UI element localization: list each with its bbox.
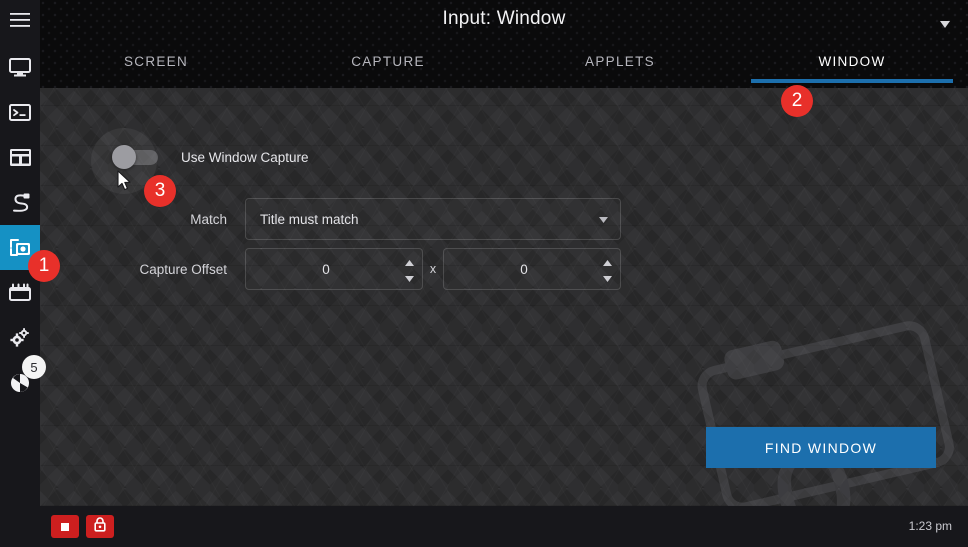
use-window-capture-row: Use Window Capture	[91, 128, 309, 194]
capture-offset-label: Capture Offset	[139, 261, 227, 277]
capture-offset-x-stepper[interactable]: 0	[245, 248, 423, 290]
capture-offset-row: Capture Offset 0 x 0	[80, 248, 621, 290]
grid-icon	[9, 149, 31, 166]
tab-capture[interactable]: CAPTURE	[272, 46, 504, 88]
match-label: Match	[190, 211, 227, 227]
screen-capture-icon	[9, 238, 31, 257]
chevron-down-icon[interactable]	[405, 270, 414, 286]
capture-offset-x-value: 0	[322, 261, 330, 277]
route-icon	[9, 193, 32, 213]
match-select[interactable]: Title must match	[245, 198, 621, 240]
application-window: Input: Window SCREEN CAPTURE APPLETS WIN…	[0, 0, 968, 547]
lock-icon	[94, 516, 106, 537]
sidebar-item-settings[interactable]	[0, 315, 40, 360]
find-window-button[interactable]: FIND WINDOW	[706, 427, 936, 468]
annotation-badge-5: 5	[22, 355, 46, 379]
tab-screen[interactable]: SCREEN	[40, 46, 272, 88]
capture-offset-x-spin-buttons	[405, 249, 414, 289]
window-settings-panel: o Use Window Capture Match Title must ma…	[40, 88, 968, 506]
capture-offset-y-value: 0	[520, 261, 528, 277]
chevron-up-icon[interactable]	[603, 254, 612, 270]
annotation-badge-3: 3	[144, 175, 176, 207]
use-window-capture-label: Use Window Capture	[181, 150, 309, 165]
tab-bar: SCREEN CAPTURE APPLETS WINDOW	[40, 46, 968, 88]
chevron-down-icon[interactable]	[939, 19, 950, 30]
sidebar-item-macros[interactable]	[0, 180, 40, 225]
calendar-icon	[9, 283, 31, 302]
sidebar-item-console[interactable]	[0, 90, 40, 135]
sidebar-item-menu[interactable]	[0, 0, 40, 40]
monitor-icon	[9, 58, 31, 77]
sidebar-item-screen[interactable]	[0, 45, 40, 90]
sidebar-item-layout[interactable]	[0, 135, 40, 180]
tab-window[interactable]: WINDOW	[736, 46, 968, 88]
page-title: Input: Window	[442, 8, 566, 29]
lock-button[interactable]	[86, 515, 114, 538]
hamburger-menu-icon	[10, 13, 30, 27]
tab-applets[interactable]: APPLETS	[504, 46, 736, 88]
toggle-knob	[112, 145, 136, 169]
status-bar: 1:23 pm	[0, 506, 968, 547]
stop-button[interactable]	[51, 515, 79, 538]
annotation-badge-2: 2	[781, 85, 813, 117]
offset-separator: x	[429, 262, 437, 276]
annotation-badge-1: 1	[28, 250, 60, 282]
chevron-down-icon	[599, 210, 608, 228]
chevron-up-icon[interactable]	[405, 254, 414, 270]
capture-offset-y-stepper[interactable]: 0	[443, 248, 621, 290]
chevron-down-icon[interactable]	[603, 270, 612, 286]
terminal-icon	[9, 104, 31, 121]
gears-icon	[8, 327, 32, 348]
header-bar: Input: Window SCREEN CAPTURE APPLETS WIN…	[40, 0, 968, 88]
use-window-capture-toggle[interactable]	[112, 145, 158, 169]
clock: 1:23 pm	[908, 519, 952, 533]
match-selected-value: Title must match	[260, 211, 359, 227]
app-watermark-logo: o	[680, 303, 968, 506]
stop-square-icon	[61, 522, 69, 531]
capture-offset-y-spin-buttons	[603, 249, 612, 289]
